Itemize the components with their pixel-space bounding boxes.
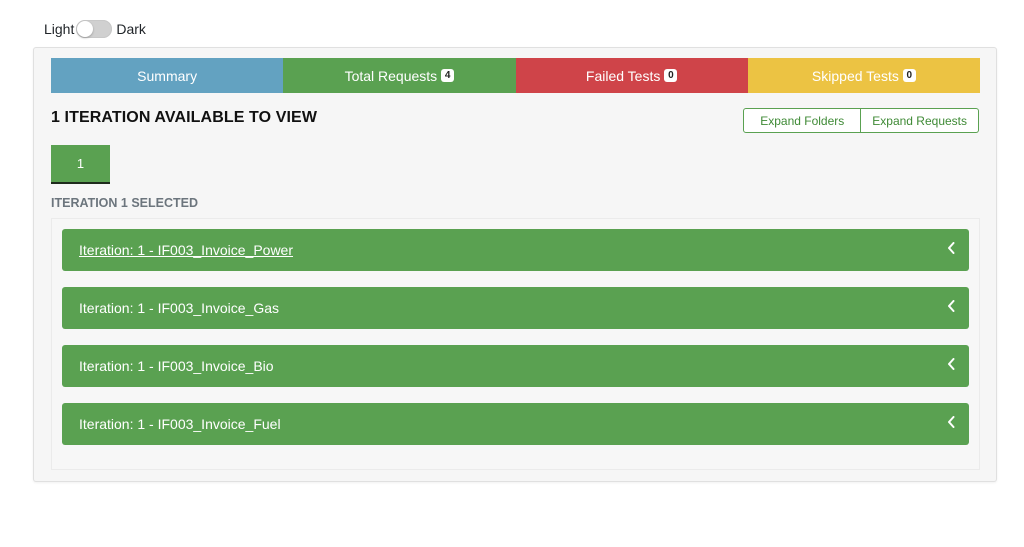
theme-toggle: Light Dark xyxy=(44,19,146,39)
accordion-item[interactable]: Iteration: 1 - IF003_Invoice_Power xyxy=(62,229,969,271)
tab-failed-tests[interactable]: Failed Tests 0 xyxy=(515,58,748,93)
chevron-left-icon xyxy=(933,401,969,443)
expand-button-group: Expand Folders Expand Requests xyxy=(743,108,979,133)
total-requests-badge: 4 xyxy=(441,69,455,82)
chevron-left-icon xyxy=(933,227,969,269)
tab-failed-tests-label: Failed Tests xyxy=(585,67,661,84)
tab-summary-label: Summary xyxy=(137,67,198,84)
switch-knob xyxy=(77,21,94,37)
accordion-item-title[interactable]: Iteration: 1 - IF003_Invoice_Fuel xyxy=(79,416,281,432)
skipped-tests-badge: 0 xyxy=(902,69,916,82)
accordion-item[interactable]: Iteration: 1 - IF003_Invoice_Gas xyxy=(62,287,969,329)
accordion-item-title[interactable]: Iteration: 1 - IF003_Invoice_Power xyxy=(79,242,293,258)
light-label: Light xyxy=(44,21,75,37)
tab-total-requests-label: Total Requests xyxy=(344,67,438,84)
theme-switch[interactable] xyxy=(76,20,113,38)
accordion-item[interactable]: Iteration: 1 - IF003_Invoice_Bio xyxy=(62,345,969,387)
accordion-item-title[interactable]: Iteration: 1 - IF003_Invoice_Bio xyxy=(79,358,274,374)
tab-skipped-tests[interactable]: Skipped Tests 0 xyxy=(747,58,980,93)
iteration-request-list: Iteration: 1 - IF003_Invoice_Power Itera… xyxy=(51,218,980,470)
dark-label: Dark xyxy=(116,21,146,37)
report-panel: Summary Total Requests 4 Failed Tests 0 … xyxy=(33,47,997,482)
iterations-heading: 1 ITERATION AVAILABLE TO VIEW xyxy=(51,109,318,126)
chevron-left-icon xyxy=(933,285,969,327)
failed-tests-badge: 0 xyxy=(664,69,678,82)
chevron-left-icon xyxy=(933,343,969,385)
summary-tabs: Summary Total Requests 4 Failed Tests 0 … xyxy=(51,58,980,93)
iteration-selected-label: ITERATION 1 SELECTED xyxy=(51,196,199,210)
tab-summary[interactable]: Summary xyxy=(51,58,284,93)
tab-skipped-tests-label: Skipped Tests xyxy=(811,67,899,84)
expand-folders-button[interactable]: Expand Folders xyxy=(743,108,862,133)
iteration-pill-1[interactable]: 1 xyxy=(51,145,110,184)
tab-total-requests[interactable]: Total Requests 4 xyxy=(283,58,516,93)
expand-requests-button[interactable]: Expand Requests xyxy=(861,108,979,133)
accordion-item[interactable]: Iteration: 1 - IF003_Invoice_Fuel xyxy=(62,403,969,445)
accordion-item-title[interactable]: Iteration: 1 - IF003_Invoice_Gas xyxy=(79,300,279,316)
